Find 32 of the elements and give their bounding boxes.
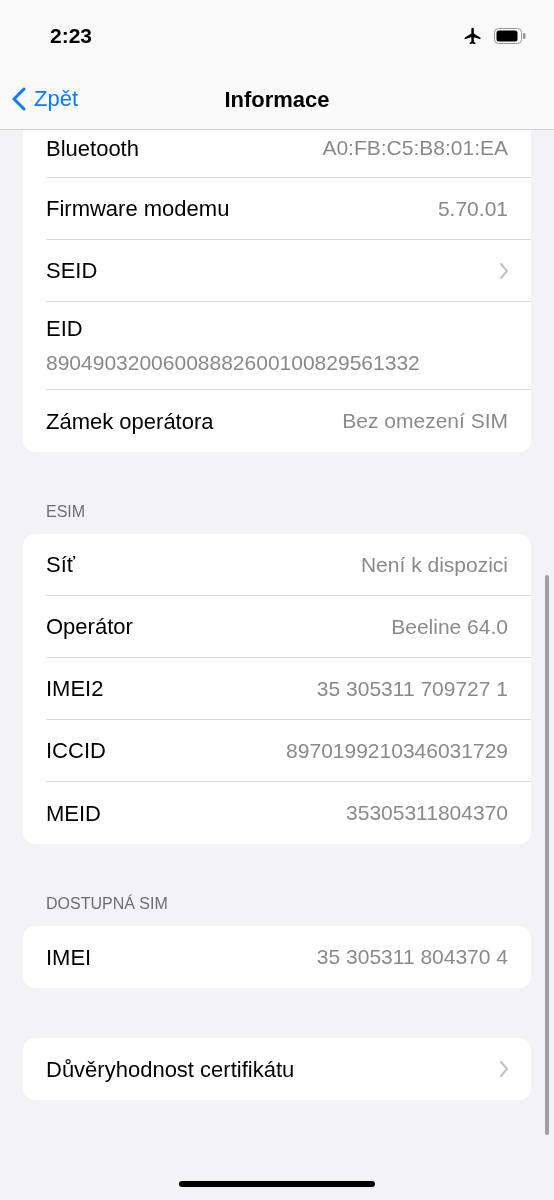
- battery-icon: [494, 28, 526, 44]
- row-value: Bez omezení SIM: [342, 408, 508, 435]
- row-label: IMEI2: [46, 675, 104, 703]
- row-value: 5.70.01: [437, 195, 508, 222]
- row-label: Zámek operátora: [46, 407, 214, 436]
- row-label: Síť: [46, 551, 76, 579]
- row-value: Beeline 64.0: [391, 613, 508, 640]
- nav-title: Informace: [224, 86, 330, 114]
- row-label: Operátor: [46, 613, 133, 641]
- row-value: 8970199210346031729: [286, 737, 508, 764]
- row-value: 35305311804370: [346, 800, 508, 827]
- row-value: 35 305311 804370 4: [316, 944, 508, 971]
- row-value: A0:FB:C5:B8:01:EA: [322, 135, 508, 161]
- chevron-left-icon: [12, 86, 26, 111]
- row-label: Důvěryhodnost certifikátu: [46, 1055, 295, 1084]
- row-label: Bluetooth: [46, 135, 139, 163]
- row-value: 89049032006008882600100829561332: [46, 350, 421, 377]
- row-label: IMEI: [46, 943, 92, 972]
- row-value: 35 305311 709727 1: [316, 675, 508, 702]
- row-label: SEID: [46, 257, 98, 285]
- row-label: Firmware modemu: [46, 195, 230, 223]
- back-button[interactable]: Zpět: [12, 82, 79, 115]
- section-header: ESIM: [46, 503, 86, 520]
- airplane-icon: [462, 26, 484, 46]
- chevron-right-icon: [499, 261, 509, 280]
- row-label: ICCID: [46, 737, 106, 765]
- row-value: Není k dispozici: [360, 551, 508, 578]
- status-time: 2:23: [50, 23, 93, 50]
- chevron-right-icon: [499, 1060, 509, 1078]
- row-label: EID: [46, 315, 84, 344]
- row-label: MEID: [46, 799, 101, 828]
- section-header: DOSTUPNÁ SIM: [46, 895, 168, 912]
